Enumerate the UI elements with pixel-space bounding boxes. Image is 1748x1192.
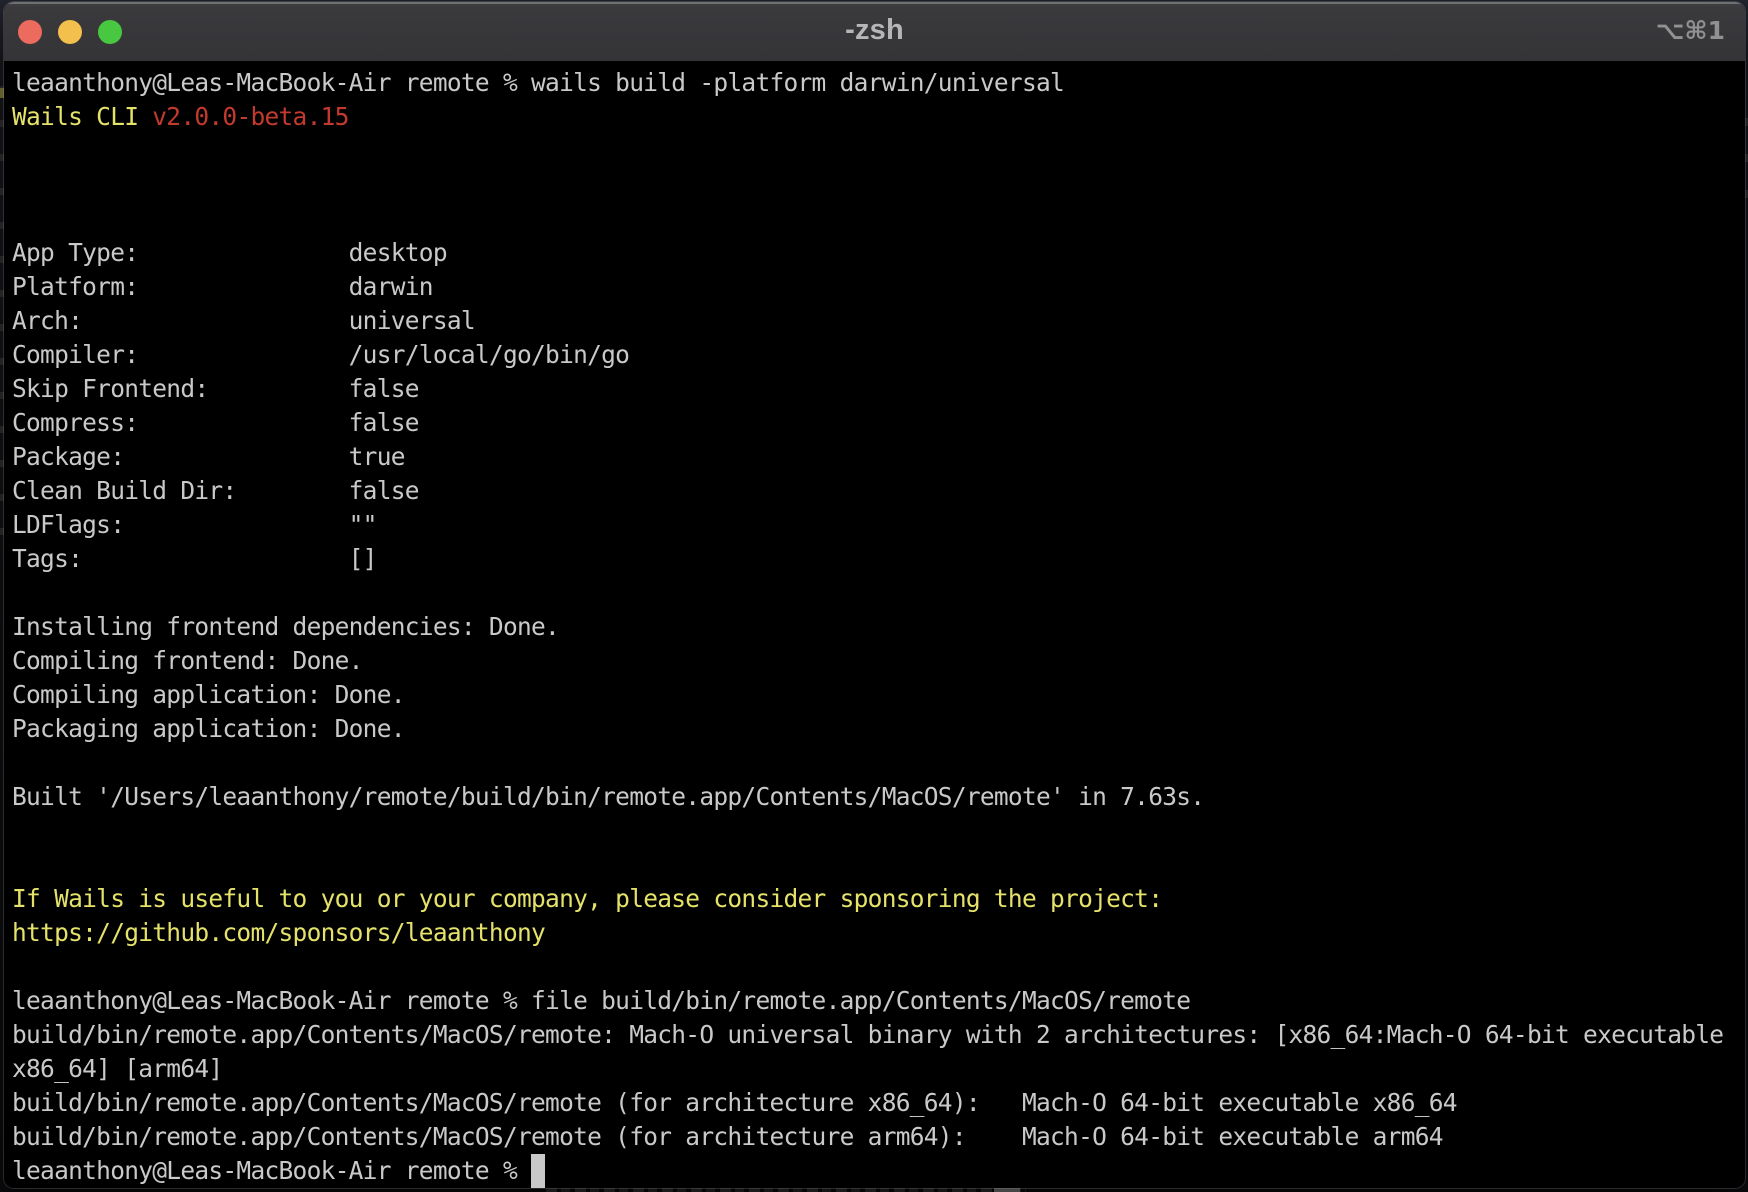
- terminal-line: Package: true: [12, 440, 1745, 474]
- terminal-screen[interactable]: leaanthony@Leas-MacBook-Air remote % wai…: [4, 61, 1745, 1188]
- terminal-line: Packaging application: Done.: [12, 712, 1745, 746]
- build-option: Compress: false: [12, 408, 419, 437]
- file-output: build/bin/remote.app/Contents/MacOS/remo…: [12, 1088, 1457, 1117]
- terminal-window: -zsh ⌥⌘1 leaanthony@Leas-MacBook-Air rem…: [4, 2, 1745, 1188]
- terminal-line: Compiling frontend: Done.: [12, 644, 1745, 678]
- titlebar[interactable]: -zsh ⌥⌘1: [4, 2, 1745, 61]
- terminal-line: Installing frontend dependencies: Done.: [12, 610, 1745, 644]
- terminal-line: Platform: darwin: [12, 270, 1745, 304]
- wails-cli-label: Wails CLI: [12, 102, 152, 131]
- build-option: App Type: desktop: [12, 238, 447, 267]
- terminal-cursor: [531, 1154, 545, 1188]
- terminal-line: build/bin/remote.app/Contents/MacOS/remo…: [12, 1018, 1745, 1052]
- build-option: Clean Build Dir: false: [12, 476, 419, 505]
- window-title: -zsh: [4, 2, 1745, 61]
- build-option: Tags: []: [12, 544, 377, 573]
- terminal-line: Wails CLI v2.0.0-beta.15: [12, 100, 1745, 134]
- terminal-line: Compiling application: Done.: [12, 678, 1745, 712]
- file-output: x86_64] [arm64]: [12, 1054, 222, 1083]
- terminal-line: Skip Frontend: false: [12, 372, 1745, 406]
- terminal-line: [12, 202, 1745, 236]
- terminal-line: [12, 950, 1745, 984]
- window-shortcut-badge: ⌥⌘1: [1656, 2, 1725, 61]
- terminal-line: x86_64] [arm64]: [12, 1052, 1745, 1086]
- build-option: LDFlags: "": [12, 510, 377, 539]
- terminal-line: LDFlags: "": [12, 508, 1745, 542]
- terminal-line: build/bin/remote.app/Contents/MacOS/remo…: [12, 1086, 1745, 1120]
- terminal-line: Arch: universal: [12, 304, 1745, 338]
- file-output: build/bin/remote.app/Contents/MacOS/remo…: [12, 1020, 1723, 1049]
- terminal-line: Built '/Users/leaanthony/remote/build/bi…: [12, 780, 1745, 814]
- terminal-line: build/bin/remote.app/Contents/MacOS/remo…: [12, 1120, 1745, 1154]
- terminal-line: leaanthony@Leas-MacBook-Air remote % fil…: [12, 984, 1745, 1018]
- sponsor-message: If Wails is useful to you or your compan…: [12, 884, 1162, 913]
- build-option: Package: true: [12, 442, 405, 471]
- terminal-line: Tags: []: [12, 542, 1745, 576]
- build-step: Installing frontend dependencies: Done.: [12, 612, 559, 641]
- terminal-line: [12, 134, 1745, 168]
- terminal-line: App Type: desktop: [12, 236, 1745, 270]
- build-step: Packaging application: Done.: [12, 714, 405, 743]
- prompt-command: leaanthony@Leas-MacBook-Air remote % wai…: [12, 68, 1064, 97]
- terminal-line: leaanthony@Leas-MacBook-Air remote % wai…: [12, 66, 1745, 100]
- wails-cli-version: v2.0.0-beta.15: [152, 102, 348, 131]
- build-option: Compiler: /usr/local/go/bin/go: [12, 340, 629, 369]
- prompt-text: leaanthony@Leas-MacBook-Air remote %: [12, 1156, 531, 1185]
- prompt-command: leaanthony@Leas-MacBook-Air remote % fil…: [12, 986, 1190, 1015]
- build-step: Compiling frontend: Done.: [12, 646, 363, 675]
- terminal-line: https://github.com/sponsors/leaanthony: [12, 916, 1745, 950]
- sponsor-url: https://github.com/sponsors/leaanthony: [12, 918, 545, 947]
- terminal-line: Compiler: /usr/local/go/bin/go: [12, 338, 1745, 372]
- terminal-line: If Wails is useful to you or your compan…: [12, 882, 1745, 916]
- build-result: Built '/Users/leaanthony/remote/build/bi…: [12, 782, 1204, 811]
- terminal-line: [12, 814, 1745, 848]
- background-window-bottom-sliver: [546, 1188, 1026, 1192]
- file-output: build/bin/remote.app/Contents/MacOS/remo…: [12, 1122, 1443, 1151]
- terminal-line: [12, 746, 1745, 780]
- terminal-line: leaanthony@Leas-MacBook-Air remote %: [12, 1154, 1745, 1188]
- build-step: Compiling application: Done.: [12, 680, 405, 709]
- build-option: Arch: universal: [12, 306, 475, 335]
- build-option: Platform: darwin: [12, 272, 433, 301]
- terminal-line: [12, 576, 1745, 610]
- background-window-bottom-mark: [994, 1188, 1020, 1192]
- terminal-line: Compress: false: [12, 406, 1745, 440]
- build-option: Skip Frontend: false: [12, 374, 419, 403]
- terminal-line: [12, 848, 1745, 882]
- terminal-line: Clean Build Dir: false: [12, 474, 1745, 508]
- terminal-line: [12, 168, 1745, 202]
